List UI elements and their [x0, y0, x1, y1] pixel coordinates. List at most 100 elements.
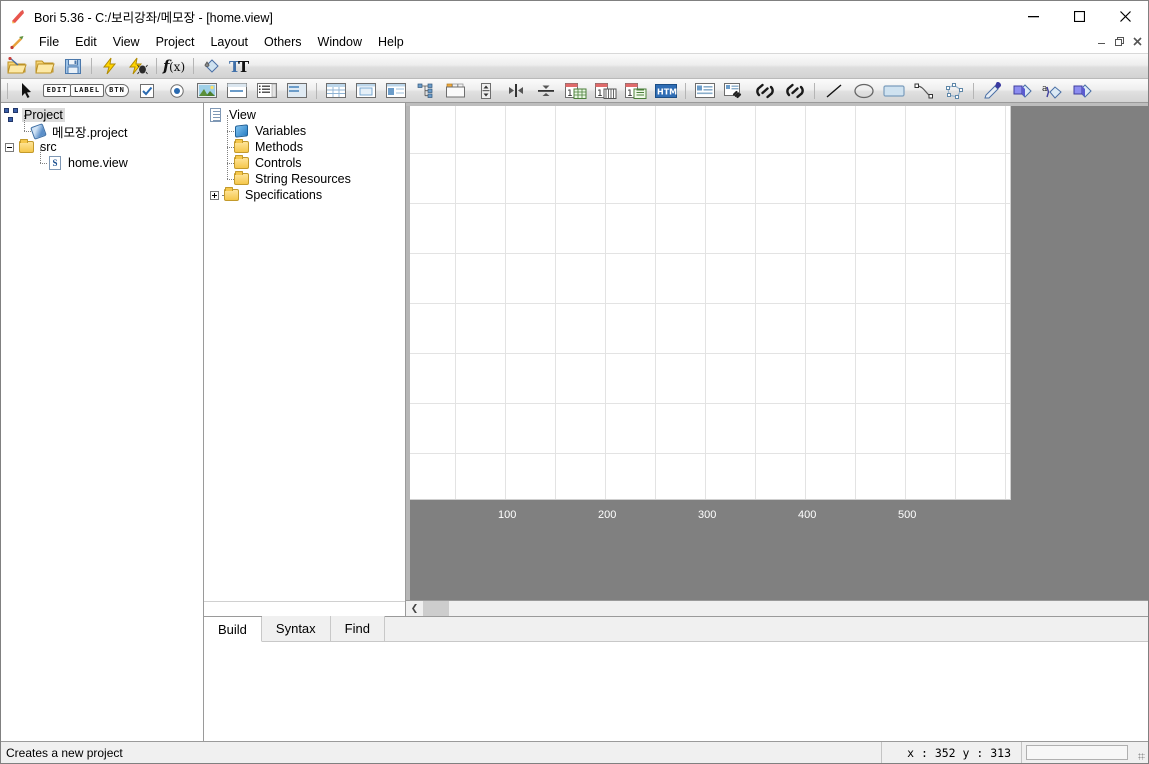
- horizontal-split-tool[interactable]: [531, 80, 561, 102]
- toolbar-separator: [91, 58, 92, 74]
- project-root-icon: [3, 107, 19, 123]
- tree-node-project-file[interactable]: 메모장.project: [3, 115, 203, 140]
- mdi-minimize-button[interactable]: [1093, 33, 1110, 50]
- grid-control-tool[interactable]: [321, 80, 351, 102]
- form-control-tool[interactable]: [690, 80, 720, 102]
- polyline-shape-tool[interactable]: [909, 80, 939, 102]
- debug-icon[interactable]: [124, 54, 152, 78]
- scroll-left-arrow-icon[interactable]: ❮: [406, 601, 423, 616]
- mdi-close-button[interactable]: [1129, 33, 1146, 50]
- tree-label-home-view: home.view: [68, 156, 128, 170]
- tree-expander-src[interactable]: [5, 142, 14, 152]
- function-icon[interactable]: f (x): [161, 54, 189, 78]
- panel-control-tool[interactable]: [222, 80, 252, 102]
- scrollbar-thumb[interactable]: [423, 601, 449, 616]
- spinner-control-tool[interactable]: [471, 80, 501, 102]
- tab-build[interactable]: Build: [204, 617, 262, 642]
- ellipse-shape-tool[interactable]: [849, 80, 879, 102]
- tree-node-controls[interactable]: Controls: [208, 147, 405, 171]
- edit-control-tool[interactable]: EDIT: [42, 80, 72, 102]
- month-calendar-tool[interactable]: 1: [621, 80, 651, 102]
- tree-label-specifications: Specifications: [245, 188, 323, 202]
- tree-label-project: Project: [22, 108, 65, 122]
- open-folder-icon[interactable]: [31, 54, 59, 78]
- radio-control-tool[interactable]: [162, 80, 192, 102]
- form-design-surface[interactable]: [410, 106, 1011, 500]
- vertical-split-tool[interactable]: [501, 80, 531, 102]
- mdi-restore-button[interactable]: [1111, 33, 1128, 50]
- svg-text:1: 1: [567, 89, 573, 99]
- canvas-horizontal-scrollbar[interactable]: ❮: [406, 600, 1148, 616]
- tab-control-tool[interactable]: [441, 80, 471, 102]
- tab-syntax[interactable]: Syntax: [261, 616, 331, 641]
- line-shape-tool[interactable]: [819, 80, 849, 102]
- menu-item-help[interactable]: Help: [370, 33, 412, 51]
- project-tree: Project 메모장.project src S home.view: [3, 107, 203, 171]
- font-icon[interactable]: T T: [226, 54, 254, 78]
- tree-node-src[interactable]: src: [3, 139, 203, 155]
- combobox-control-tool[interactable]: [282, 80, 312, 102]
- listbox-control-tool[interactable]: [252, 80, 282, 102]
- image-control-tool[interactable]: [192, 80, 222, 102]
- border-fill-tool[interactable]: [1068, 80, 1098, 102]
- menu-item-file[interactable]: File: [31, 33, 67, 51]
- design-canvas[interactable]: 100 200 300 100 200 300 400 500 ❮: [406, 103, 1148, 616]
- split-panel-tool[interactable]: [381, 80, 411, 102]
- folder-icon: [234, 171, 250, 187]
- menu-item-view[interactable]: View: [105, 33, 148, 51]
- output-content[interactable]: [204, 642, 1148, 741]
- html-control-tool[interactable]: HTML: [651, 80, 681, 102]
- eyedropper-tool[interactable]: [978, 80, 1008, 102]
- text-fill-tool[interactable]: a: [1038, 80, 1068, 102]
- menu-item-others[interactable]: Others: [256, 33, 310, 51]
- calendar-control-tool[interactable]: 1: [561, 80, 591, 102]
- save-icon[interactable]: [59, 54, 87, 78]
- maximize-button[interactable]: [1056, 1, 1102, 31]
- button-control-tool[interactable]: BTN: [102, 80, 132, 102]
- new-project-icon[interactable]: [3, 54, 31, 78]
- run-icon[interactable]: [96, 54, 124, 78]
- link-tool[interactable]: [750, 80, 780, 102]
- tree-label-project-file: 메모장.project: [52, 125, 128, 140]
- tree-node-string-resources[interactable]: String Resources: [208, 163, 405, 187]
- tree-node-home-view[interactable]: S home.view: [3, 147, 203, 171]
- menu-item-layout[interactable]: Layout: [202, 33, 256, 51]
- tree-node-specifications[interactable]: Specifications: [208, 187, 405, 203]
- button-control-label: BTN: [105, 84, 129, 97]
- polygon-shape-tool[interactable]: [939, 80, 969, 102]
- scrollbar-track[interactable]: [449, 601, 1148, 616]
- variables-cube-icon: [234, 123, 250, 139]
- toolbar-separator: [316, 82, 317, 99]
- fill-color-icon[interactable]: [198, 54, 226, 78]
- menu-item-window[interactable]: Window: [310, 33, 370, 51]
- checkbox-control-tool[interactable]: [132, 80, 162, 102]
- tree-expander-specifications[interactable]: [210, 190, 219, 200]
- minimize-button[interactable]: [1010, 1, 1056, 31]
- menu-item-edit[interactable]: Edit: [67, 33, 105, 51]
- grid-layout-tool[interactable]: [351, 80, 381, 102]
- menu-bar: File Edit View Project Layout Others Win…: [1, 31, 1148, 53]
- resize-grip[interactable]: [1132, 742, 1148, 763]
- rectangle-shape-tool[interactable]: [879, 80, 909, 102]
- view-file-icon: S: [47, 155, 63, 171]
- tree-node-variables[interactable]: Variables: [208, 115, 405, 139]
- folder-icon: [224, 187, 240, 203]
- toolbar-separator: [7, 82, 8, 99]
- treeview-control-tool[interactable]: [411, 80, 441, 102]
- tab-find[interactable]: Find: [330, 616, 385, 641]
- tree-label-variables: Variables: [255, 124, 307, 138]
- main-toolbar: f (x) T T: [1, 53, 1148, 79]
- link-alt-tool[interactable]: [780, 80, 810, 102]
- tree-node-methods[interactable]: Methods: [208, 131, 405, 155]
- label-control-tool[interactable]: LABEL: [69, 80, 105, 102]
- svg-text:1: 1: [597, 89, 603, 99]
- tree-node-view-root[interactable]: View: [208, 107, 405, 123]
- fill-bucket-tool[interactable]: [1008, 80, 1038, 102]
- menu-item-project[interactable]: Project: [148, 33, 203, 51]
- date-picker-tool[interactable]: 1: [591, 80, 621, 102]
- close-button[interactable]: [1102, 1, 1148, 31]
- select-pointer-tool[interactable]: [12, 80, 42, 102]
- status-coordinates: x : 352 y : 313: [882, 742, 1022, 763]
- linked-form-tool[interactable]: [720, 80, 750, 102]
- toolbar-separator: [685, 82, 686, 99]
